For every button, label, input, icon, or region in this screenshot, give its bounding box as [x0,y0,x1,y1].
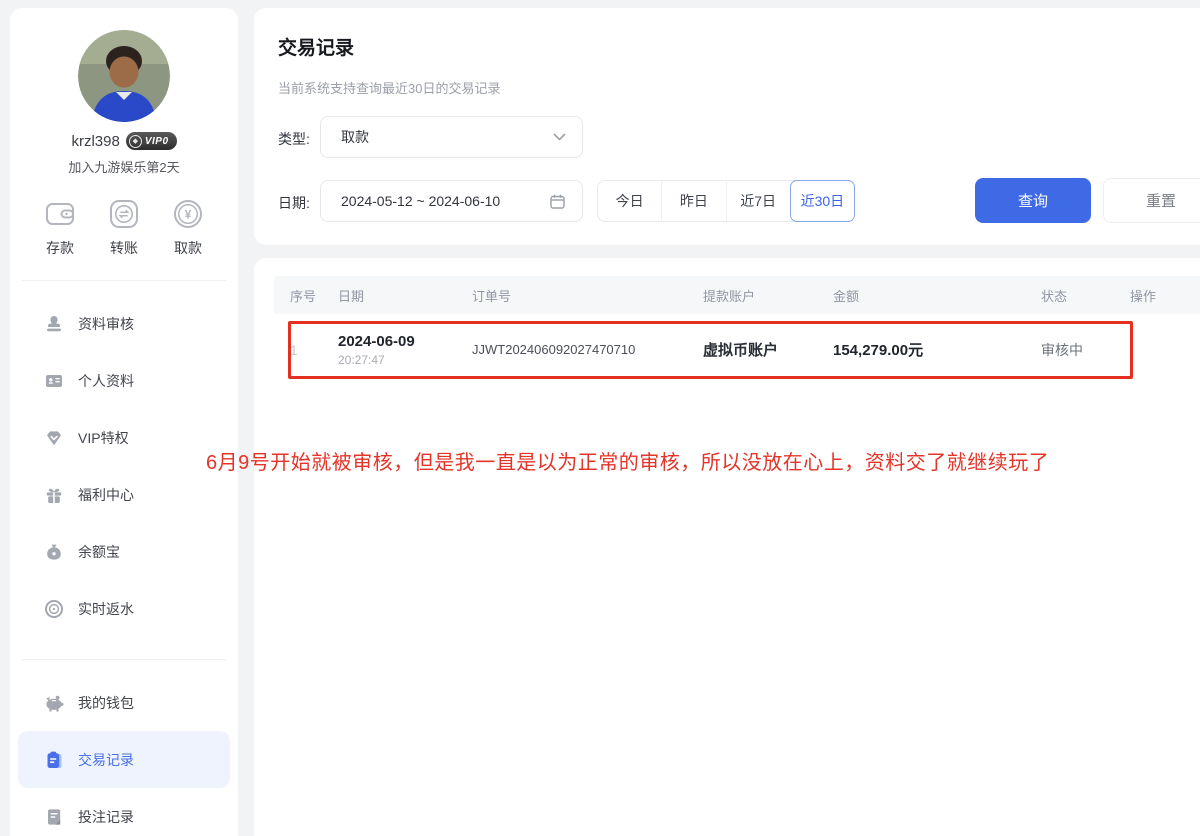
sidebar-divider [22,280,226,281]
username: krzl398 [71,133,119,150]
vip-emblem-icon: ◆ [129,135,142,148]
type-select[interactable]: 取款 [320,116,583,158]
row-date-cell: 2024-06-09 20:27:47 [322,333,456,367]
table-header-row: 序号 日期 订单号 提款账户 金额 状态 操作 [274,276,1200,314]
avatar-photo [78,30,170,122]
sidebar-item-vip[interactable]: VIP特权 [18,409,230,466]
row-amount: 154,279.00元 [817,339,1025,360]
row-account: 虚拟币账户 [687,339,817,360]
col-header-date: 日期 [322,286,456,305]
bet-record-icon [44,807,64,827]
sidebar-item-wallet[interactable]: 我的钱包 [18,674,230,731]
sidebar-menu-records: 我的钱包 交易记录 [10,674,238,836]
query-button[interactable]: 查询 [975,178,1091,223]
sidebar-item-audit[interactable]: 资料审核 [18,295,230,352]
gift-icon [44,485,64,505]
vip-badge: ◆ VIP0 [126,132,177,150]
withdraw-label: 取款 [174,238,202,258]
type-filter-label: 类型: [278,129,310,149]
sidebar-divider [22,659,226,660]
col-header-account: 提款账户 [687,286,817,305]
col-header-status: 状态 [1025,286,1114,305]
sidebar-item-label: 福利中心 [78,485,134,505]
row-time: 20:27:47 [338,353,456,367]
range-30days-button[interactable]: 近30日 [790,180,855,222]
sidebar-item-profile[interactable]: 个人资料 [18,352,230,409]
sidebar-item-label: 我的钱包 [78,693,134,713]
records-panel: 序号 日期 订单号 提款账户 金额 状态 操作 1 2024-06-09 20:… [254,258,1200,836]
sidebar-menu: 资料审核 个人资料 VIP特权 [10,295,238,637]
transfer-label: 转账 [110,238,138,258]
page-title: 交易记录 [278,33,354,60]
id-card-icon [44,371,64,391]
vip-level-label: VIP0 [145,136,169,147]
chevron-down-icon [553,133,566,141]
col-header-action: 操作 [1114,286,1200,305]
stamp-icon [44,314,64,334]
col-header-amount: 金额 [817,286,1025,305]
sidebar-item-transactions[interactable]: 交易记录 [18,731,230,788]
sidebar-item-welfare[interactable]: 福利中心 [18,466,230,523]
sidebar-item-label: 投注记录 [78,807,134,827]
sidebar-item-label: 余额宝 [78,542,120,562]
quick-actions: 存款 转账 ¥ 取款 [10,196,238,258]
row-order-no: JJWT202406092027470710 [456,342,687,357]
date-filter-label: 日期: [278,193,310,213]
svg-text:¥: ¥ [185,208,192,222]
range-7days-button[interactable]: 近7日 [726,181,790,221]
calendar-icon [549,193,566,210]
col-header-index: 序号 [274,286,322,305]
reset-button[interactable]: 重置 [1103,178,1200,223]
profile-sidebar: krzl398 ◆ VIP0 加入九游娱乐第2天 存款 [10,8,238,836]
range-today-button[interactable]: 今日 [598,181,661,221]
filter-panel: 交易记录 当前系统支持查询最近30日的交易记录 类型: 取款 日期: 2024-… [254,8,1200,245]
piggy-bank-icon [44,693,64,713]
records-table: 序号 日期 订单号 提款账户 金额 状态 操作 1 2024-06-09 20:… [274,276,1200,385]
rebate-icon [44,599,64,619]
join-info: 加入九游娱乐第2天 [10,157,238,176]
deposit-label: 存款 [46,238,74,258]
withdraw-button[interactable]: ¥ 取款 [170,196,206,258]
sidebar-item-label: 实时返水 [78,599,134,619]
avatar [78,30,170,122]
row-index: 1 [274,342,322,358]
ledger-icon [44,750,64,770]
sidebar-item-label: VIP特权 [78,428,129,448]
diamond-icon [44,428,64,448]
table-row: 1 2024-06-09 20:27:47 JJWT20240609202747… [274,314,1200,385]
sidebar-item-bets[interactable]: 投注记录 [18,788,230,836]
date-range-value: 2024-05-12 ~ 2024-06-10 [341,193,500,209]
sidebar-item-label: 资料审核 [78,314,134,334]
withdraw-icon: ¥ [170,196,206,232]
deposit-wallet-icon [42,196,78,232]
sidebar-item-rebate[interactable]: 实时返水 [18,580,230,637]
transfer-button[interactable]: 转账 [106,196,142,258]
money-bag-icon [44,542,64,562]
col-header-order: 订单号 [456,286,687,305]
date-range-input[interactable]: 2024-05-12 ~ 2024-06-10 [320,180,583,222]
transfer-icon [106,196,142,232]
row-date: 2024-06-09 [338,333,456,350]
page-subtitle: 当前系统支持查询最近30日的交易记录 [278,78,500,97]
annotation-text: 6月9号开始就被审核，但是我一直是以为正常的审核，所以没放在心上，资料交了就继续… [206,446,1166,475]
range-yesterday-button[interactable]: 昨日 [661,181,725,221]
sidebar-item-label: 交易记录 [78,750,134,770]
sidebar-item-yuebao[interactable]: 余额宝 [18,523,230,580]
type-select-value: 取款 [341,127,369,147]
row-status: 审核中 [1025,340,1114,360]
deposit-button[interactable]: 存款 [42,196,78,258]
sidebar-item-label: 个人资料 [78,371,134,391]
quick-range-group: 今日 昨日 近7日 近30日 [597,180,855,222]
